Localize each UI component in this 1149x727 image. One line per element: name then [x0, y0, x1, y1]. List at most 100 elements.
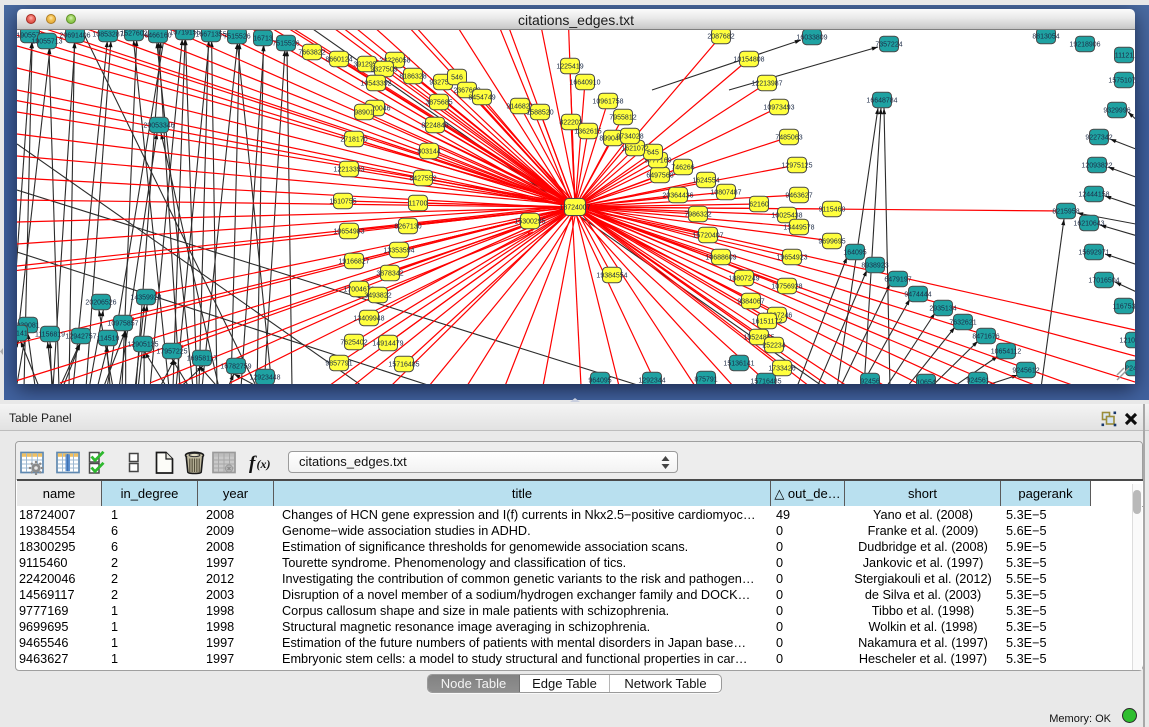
- svg-text:3875685: 3875685: [425, 100, 452, 107]
- svg-text:10975857: 10975857: [107, 321, 138, 328]
- svg-text:1362615: 1362615: [574, 129, 601, 136]
- svg-text:6466160: 6466160: [144, 33, 171, 40]
- svg-text:15300295: 15300295: [514, 219, 545, 226]
- svg-text:7955812: 7955812: [609, 115, 636, 122]
- svg-text:6479197: 6479197: [884, 277, 911, 284]
- svg-text:3493822: 3493822: [364, 293, 391, 300]
- svg-text:7515526: 7515526: [223, 34, 250, 41]
- svg-text:7357224: 7357224: [875, 42, 902, 49]
- svg-text:16033809: 16033809: [796, 35, 827, 42]
- svg-text:2718170: 2718170: [340, 137, 367, 144]
- svg-text:10961758: 10961758: [592, 99, 623, 106]
- svg-text:12975125: 12975125: [781, 163, 812, 170]
- svg-text:19654923: 19654923: [776, 255, 807, 262]
- svg-text:18807249: 18807249: [728, 276, 759, 283]
- svg-text:9857791: 9857791: [325, 361, 352, 368]
- svg-text:9734028: 9734028: [616, 134, 643, 141]
- svg-text:10154808: 10154808: [733, 57, 764, 64]
- svg-text:16210643: 16210643: [1073, 221, 1104, 228]
- svg-text:546: 546: [451, 75, 463, 82]
- svg-text:7485063: 7485063: [775, 135, 802, 142]
- svg-text:8186328: 8186328: [399, 74, 426, 81]
- svg-text:98901: 98901: [354, 110, 374, 117]
- svg-text:(x): (x): [257, 457, 271, 471]
- svg-text:2087682: 2087682: [707, 34, 734, 41]
- svg-text:164095: 164095: [843, 250, 866, 257]
- svg-text:8813054: 8813054: [1032, 34, 1059, 41]
- svg-text:2935134: 2935134: [929, 306, 956, 313]
- svg-text:12905135: 12905135: [127, 342, 158, 349]
- svg-text:12213393: 12213393: [333, 167, 364, 174]
- svg-text:11700: 11700: [409, 201, 428, 208]
- svg-text:8267130: 8267130: [394, 224, 421, 231]
- svg-text:924561: 924561: [966, 378, 989, 385]
- svg-text:13409948: 13409948: [353, 316, 384, 323]
- svg-text:18724007: 18724007: [559, 205, 590, 212]
- svg-text:7632621: 7632621: [949, 320, 976, 327]
- svg-text:14914479: 14914479: [372, 341, 403, 348]
- svg-text:10543392: 10543392: [360, 81, 391, 88]
- svg-text:15692971: 15692971: [1078, 250, 1109, 257]
- svg-text:20691406: 20691406: [59, 33, 90, 40]
- svg-text:7625402: 7625402: [340, 340, 367, 347]
- svg-text:15716485: 15716485: [388, 362, 419, 369]
- svg-text:11121: 11121: [1115, 53, 1134, 60]
- svg-text:9329996: 9329996: [1103, 108, 1130, 115]
- svg-text:12093822: 12093822: [1081, 163, 1112, 170]
- svg-text:8454749: 8454749: [468, 95, 495, 102]
- svg-text:8938923: 8938923: [861, 263, 888, 270]
- svg-text:964095: 964095: [588, 378, 611, 385]
- svg-text:15720407: 15720407: [692, 233, 723, 240]
- svg-text:19055713: 19055713: [31, 39, 62, 46]
- svg-text:10807487: 10807487: [710, 190, 741, 197]
- svg-text:1292344: 1292344: [638, 378, 665, 385]
- svg-text:9327509: 9327509: [370, 67, 397, 74]
- svg-text:62160: 62160: [749, 202, 769, 209]
- svg-text:14359928: 14359928: [130, 295, 161, 302]
- svg-text:9384067: 9384067: [737, 299, 764, 306]
- svg-text:1610755: 1610755: [329, 199, 356, 206]
- svg-text:15751074: 15751074: [1108, 78, 1135, 85]
- svg-text:92450: 92450: [1125, 366, 1135, 373]
- svg-text:15136141: 15136141: [723, 361, 754, 368]
- svg-text:1588520: 1588520: [526, 110, 553, 117]
- svg-text:39141: 39141: [17, 331, 28, 338]
- svg-text:8215958: 8215958: [1052, 209, 1079, 216]
- svg-text:10654983: 10654983: [333, 229, 364, 236]
- svg-text:10973493: 10973493: [763, 105, 794, 112]
- svg-text:10654112: 10654112: [991, 349, 1022, 356]
- svg-text:17016504: 17016504: [1088, 278, 1119, 285]
- svg-text:7986322: 7986322: [684, 212, 711, 219]
- svg-text:19166827: 19166827: [338, 259, 369, 266]
- svg-text:645: 645: [647, 150, 659, 157]
- svg-text:12444158: 12444158: [1078, 192, 1109, 199]
- svg-text:19218906: 19218906: [1069, 42, 1100, 49]
- svg-text:8224848: 8224848: [421, 123, 448, 130]
- svg-text:16151172: 16151172: [752, 319, 783, 326]
- svg-text:12103514: 12103514: [1119, 338, 1135, 345]
- svg-text:7515526: 7515526: [272, 41, 299, 48]
- svg-text:16713: 16713: [253, 36, 273, 43]
- svg-text:8427552: 8427552: [409, 176, 436, 183]
- svg-text:1624554: 1624554: [692, 178, 719, 185]
- svg-text:16782759: 16782759: [220, 364, 251, 371]
- svg-text:12213987: 12213987: [751, 81, 782, 88]
- svg-text:803144: 803144: [417, 149, 440, 156]
- svg-text:17957225: 17957225: [156, 349, 187, 356]
- svg-text:16640910: 16640910: [569, 80, 600, 87]
- svg-text:8660124: 8660124: [325, 57, 352, 64]
- svg-text:13449578: 13449578: [783, 225, 814, 232]
- svg-text:16958117: 16958117: [187, 356, 218, 363]
- svg-text:10688609: 10688609: [705, 255, 736, 262]
- svg-text:9245612: 9245612: [1012, 368, 1039, 375]
- svg-text:11156819: 11156819: [35, 332, 65, 339]
- svg-text:13353594: 13353594: [383, 248, 414, 255]
- svg-text:3878342: 3878342: [376, 271, 403, 278]
- svg-text:12942757: 12942757: [65, 334, 96, 341]
- svg-text:1733426: 1733426: [768, 366, 795, 373]
- svg-text:15716485: 15716485: [750, 379, 781, 385]
- svg-text:10756928: 10756928: [771, 284, 802, 291]
- svg-text:7663822: 7663822: [298, 50, 325, 57]
- svg-text:20206526: 20206526: [85, 300, 116, 307]
- svg-text:746266: 746266: [671, 165, 694, 172]
